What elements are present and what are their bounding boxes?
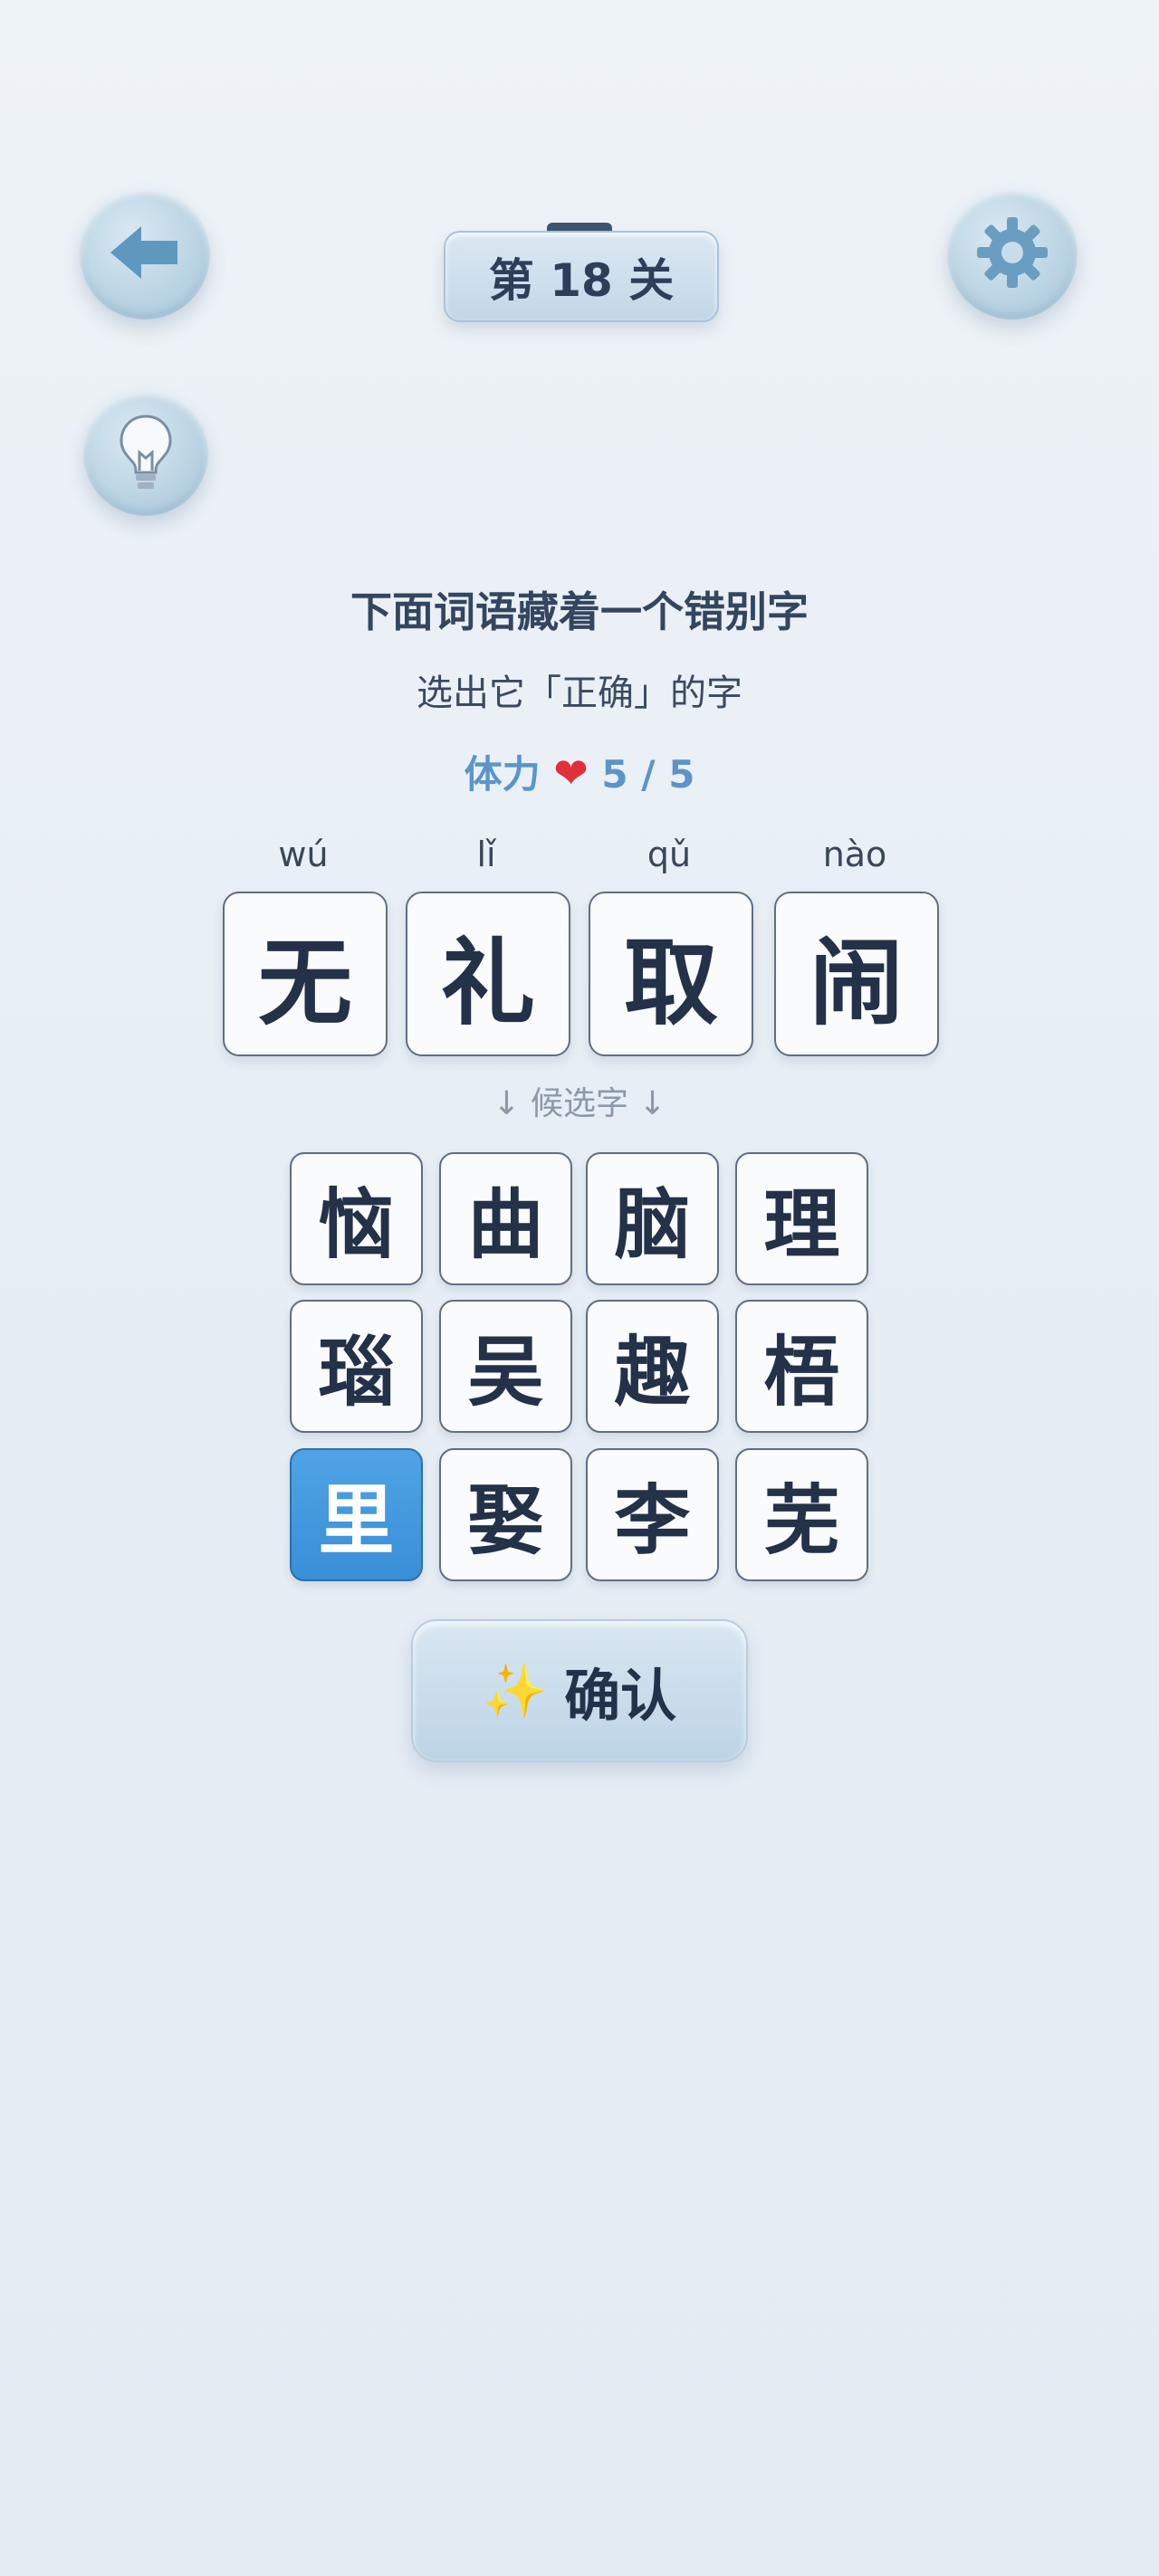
- word-char-tile[interactable]: 礼: [406, 892, 570, 1056]
- hint-button[interactable]: [83, 391, 208, 516]
- candidate-tile[interactable]: 恼: [290, 1152, 423, 1285]
- pinyin-label: lǐ: [476, 835, 496, 874]
- candidate-tile[interactable]: 娶: [439, 1448, 572, 1581]
- pinyin-label: qǔ: [647, 835, 692, 874]
- gear-icon: [973, 214, 1051, 295]
- pinyin-label: wú: [278, 835, 329, 874]
- candidate-tile[interactable]: 梧: [735, 1300, 868, 1433]
- candidates-label: ↓ 候选字 ↓: [493, 1085, 666, 1122]
- instruction-title: 下面词语藏着一个错别字: [350, 587, 809, 636]
- candidate-tile[interactable]: 芜: [735, 1448, 868, 1581]
- lightbulb-icon: [114, 411, 177, 496]
- stamina-value: 5 / 5: [601, 752, 695, 797]
- sparkle-icon: ✨: [482, 1659, 549, 1722]
- confirm-button[interactable]: ✨ 确认: [411, 1619, 748, 1762]
- level-badge: 第 18 关: [444, 231, 719, 322]
- settings-button[interactable]: [947, 189, 1078, 320]
- candidate-tile[interactable]: 李: [586, 1448, 719, 1581]
- confirm-label: 确认: [564, 1663, 677, 1729]
- heart-icon: ❤: [553, 749, 589, 797]
- candidate-tile[interactable]: 脑: [586, 1152, 719, 1285]
- stamina-indicator: 体力 ❤ 5 / 5: [0, 744, 1159, 799]
- stamina-label: 体力: [464, 752, 541, 797]
- instruction-subtitle: 选出它「正确」的字: [417, 673, 742, 714]
- back-button[interactable]: [80, 189, 210, 320]
- arrow-left-icon: [107, 221, 183, 288]
- candidate-tile-selected[interactable]: 里: [290, 1448, 423, 1581]
- word-char-tile[interactable]: 闹: [774, 892, 939, 1056]
- candidate-tile[interactable]: 瑙: [290, 1300, 423, 1433]
- candidate-tile[interactable]: 趣: [586, 1300, 719, 1433]
- word-char-tile[interactable]: 取: [589, 892, 753, 1056]
- word-char-tile[interactable]: 无: [223, 892, 388, 1056]
- level-label: 第 18 关: [488, 253, 675, 307]
- candidate-tile[interactable]: 曲: [439, 1152, 572, 1285]
- candidate-tile[interactable]: 吴: [439, 1300, 572, 1433]
- candidate-tile[interactable]: 理: [735, 1152, 868, 1285]
- pinyin-label: nào: [822, 835, 887, 874]
